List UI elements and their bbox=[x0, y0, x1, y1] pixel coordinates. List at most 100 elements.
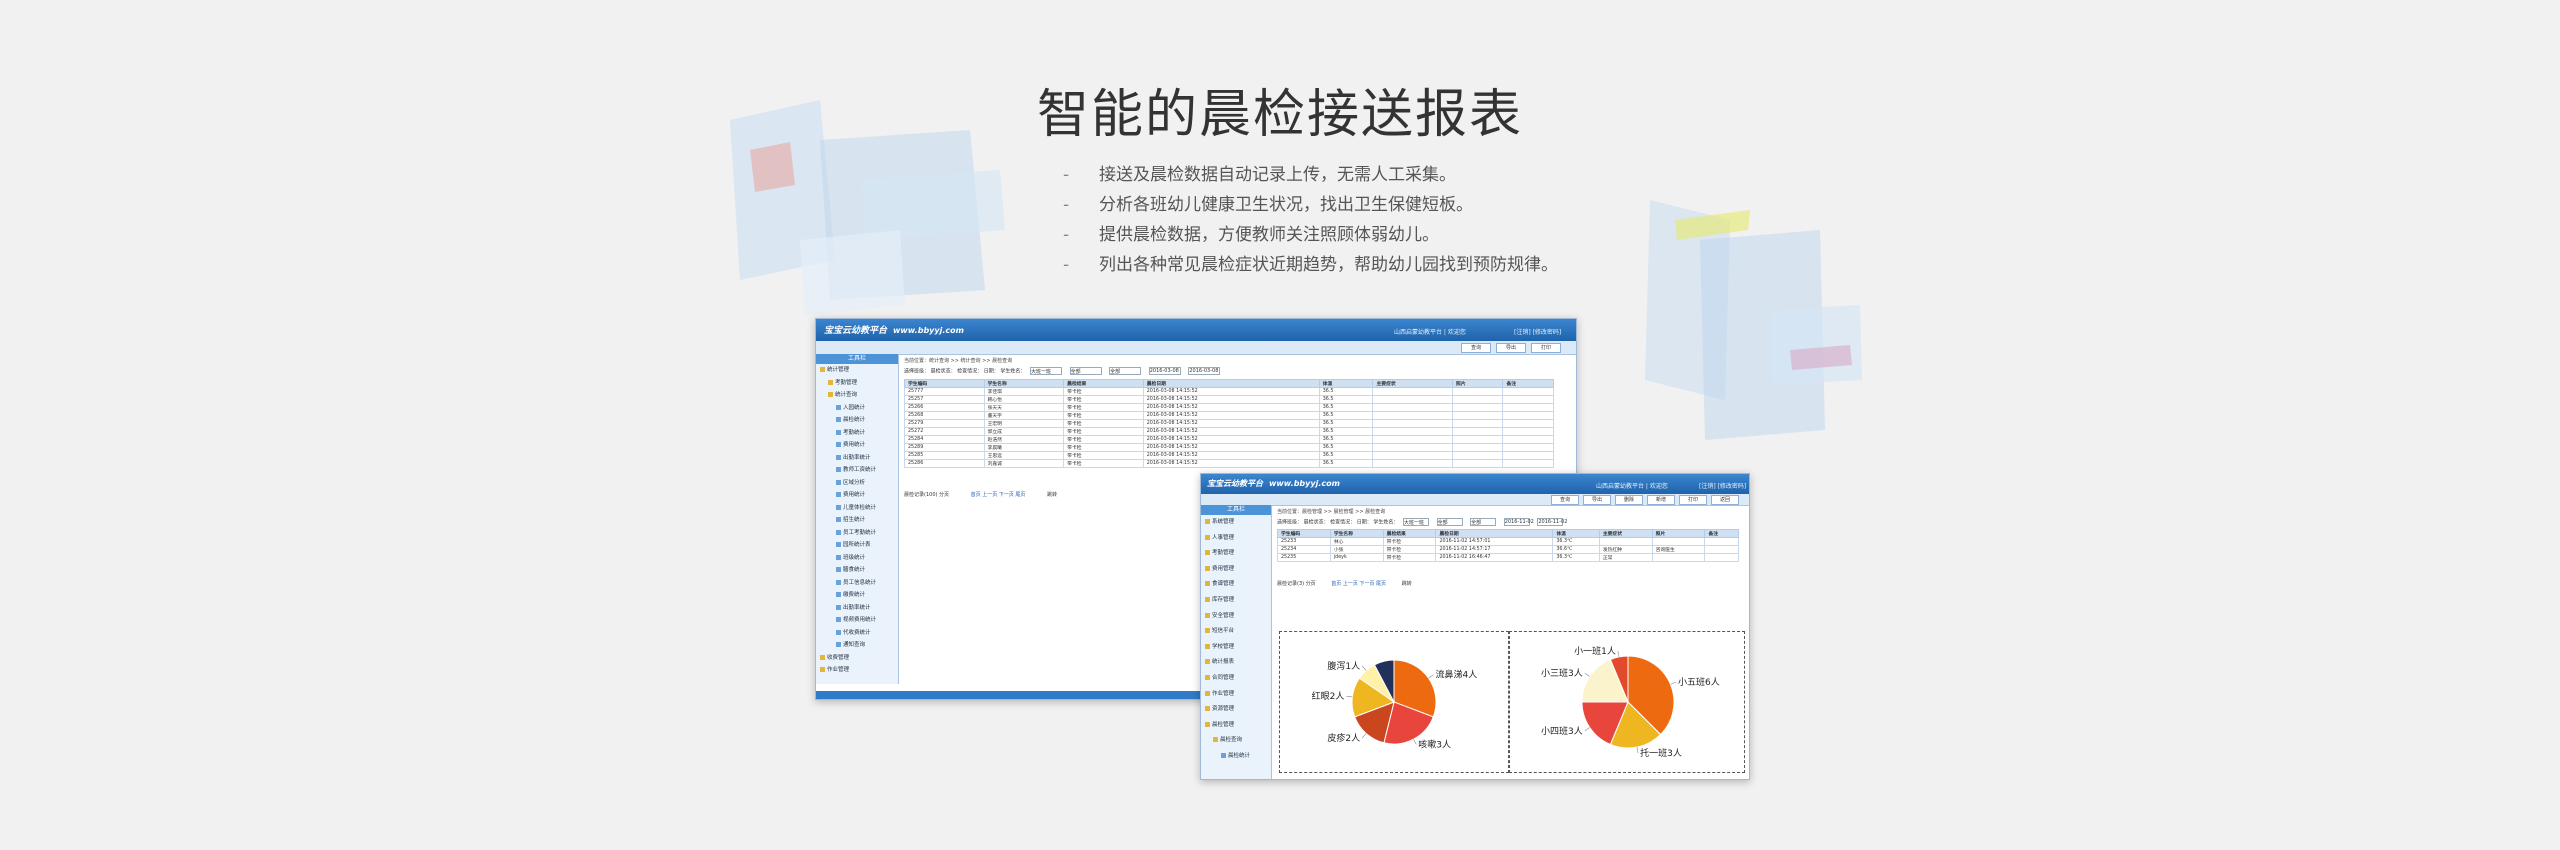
sidebar-item[interactable]: 晨检查询 bbox=[1201, 733, 1271, 749]
folder-icon bbox=[1205, 721, 1210, 727]
sidebar-item[interactable]: 合同管理 bbox=[1201, 671, 1271, 687]
sidebar-item[interactable]: 考勤管理 bbox=[816, 377, 898, 390]
sidebar-item[interactable]: 晨检统计 bbox=[816, 414, 898, 427]
toolbar-button-query[interactable]: 查询 bbox=[1551, 495, 1579, 505]
sidebar-item[interactable]: 学校管理 bbox=[1201, 640, 1271, 656]
sidebar-item[interactable]: 资源管理 bbox=[1201, 702, 1271, 718]
table-column-header[interactable]: 学生编码 bbox=[1277, 529, 1331, 538]
table-column-header[interactable]: 体温 bbox=[1318, 379, 1374, 388]
table-column-header[interactable]: 照片 bbox=[1651, 529, 1706, 538]
sidebar-item[interactable]: 晨检统计 bbox=[1201, 749, 1271, 765]
table-column-header[interactable]: 照片 bbox=[1452, 379, 1504, 388]
table-column-header[interactable]: 晨检结果 bbox=[1063, 379, 1144, 388]
filter-check-select[interactable]: 全部 bbox=[1109, 367, 1142, 375]
sidebar-item[interactable]: 教师工资统计 bbox=[816, 464, 898, 477]
sidebar-item[interactable]: 区域分析 bbox=[816, 477, 898, 490]
table-column-header[interactable]: 主要症状 bbox=[1372, 379, 1454, 388]
table-row[interactable]: 25272 郭立成 带卡检 2016-03-08 14:15:52 36.5 bbox=[904, 427, 1554, 436]
toolbar-button-export[interactable]: 导出 bbox=[1583, 495, 1611, 505]
table-column-header[interactable]: 晨检结果 bbox=[1382, 529, 1437, 538]
filter-class-select[interactable]: 大班一班 bbox=[1402, 518, 1429, 526]
sidebar-item[interactable]: 费用统计 bbox=[816, 439, 898, 452]
filter-status-select[interactable]: 全部 bbox=[1436, 518, 1463, 526]
toolbar-button-print[interactable]: 打印 bbox=[1679, 495, 1707, 505]
sidebar-item[interactable]: 人事管理 bbox=[1201, 531, 1271, 547]
sidebar-item[interactable]: 缴费统计 bbox=[816, 589, 898, 602]
sidebar-item[interactable]: 儿童体检统计 bbox=[816, 502, 898, 515]
table-column-header[interactable]: 晨检日期 bbox=[1435, 529, 1554, 538]
table-row[interactable]: 25286 刘嘉诚 带卡检 2016-03-08 14:15:52 36.5 bbox=[904, 459, 1554, 468]
filter-date-start[interactable]: 2016-03-08 bbox=[1148, 367, 1181, 375]
sidebar-item[interactable]: 班级统计 bbox=[816, 552, 898, 565]
filter-date-start[interactable]: 2016-11-02 bbox=[1503, 518, 1534, 526]
toolbar-button-print[interactable]: 打印 bbox=[1531, 343, 1561, 353]
sidebar-item[interactable]: 出勤率统计 bbox=[816, 452, 898, 465]
toolbar-button-export[interactable]: 导出 bbox=[1496, 343, 1526, 353]
document-icon bbox=[836, 554, 841, 560]
sidebar-item[interactable]: 统计报表 bbox=[1201, 655, 1271, 671]
table-column-header[interactable]: 学生名称 bbox=[1329, 529, 1384, 538]
sidebar-item[interactable]: 园所统计表 bbox=[816, 539, 898, 552]
header-links[interactable]: [注销] [修改密码] bbox=[1699, 481, 1746, 490]
sidebar-item[interactable]: 作业管理 bbox=[816, 664, 898, 677]
sidebar-item[interactable]: 员工考勤统计 bbox=[816, 527, 898, 540]
table-column-header[interactable]: 学生编码 bbox=[904, 379, 985, 388]
sidebar-item[interactable]: 统计查询 bbox=[816, 389, 898, 402]
filter-date-end[interactable]: 2016-03-08 bbox=[1188, 367, 1221, 375]
filter-date-end[interactable]: 2016-11-02 bbox=[1537, 518, 1567, 526]
table-column-header[interactable]: 晨检日期 bbox=[1142, 379, 1320, 388]
table-row[interactable]: 25268 董天宇 带卡检 2016-03-08 14:15:52 36.5 bbox=[904, 411, 1554, 420]
filter-check-select[interactable]: 全部 bbox=[1470, 518, 1497, 526]
pager-jump[interactable]: 跳转 bbox=[1402, 581, 1412, 587]
table-row[interactable]: 25235 jdeyk 带卡检 2016-11-02 16:46:47 36.3℃ 正常 bbox=[1277, 553, 1739, 562]
sidebar-item[interactable]: 员工信息统计 bbox=[816, 577, 898, 590]
pager-nav-links[interactable]: 首页 上一页 下一页 尾页 bbox=[1331, 581, 1386, 587]
sidebar-item[interactable]: 考勤统计 bbox=[816, 427, 898, 440]
filter-status-select[interactable]: 全部 bbox=[1069, 367, 1102, 375]
table-cell: 郭立成 bbox=[983, 427, 1065, 436]
table-row[interactable]: 25266 张天天 带卡检 2016-03-08 14:15:52 36.5 bbox=[904, 403, 1554, 412]
sidebar-item[interactable]: 短信平台 bbox=[1201, 624, 1271, 640]
table-row[interactable]: 25233 林心 带卡检 2016-11-02 14:57:01 36.3℃ bbox=[1277, 537, 1739, 546]
sidebar-item[interactable]: 视频费用统计 bbox=[816, 614, 898, 627]
sidebar-item[interactable]: 库存管理 bbox=[1201, 593, 1271, 609]
sidebar-item[interactable]: 费用管理 bbox=[1201, 562, 1271, 578]
toolbar-button-back[interactable]: 返回 bbox=[1711, 495, 1739, 505]
toolbar-button-query[interactable]: 查询 bbox=[1461, 343, 1491, 353]
toolbar-button-add[interactable]: 新增 bbox=[1647, 495, 1675, 505]
table-column-header[interactable]: 备注 bbox=[1502, 379, 1554, 388]
pager-nav-links[interactable]: 首页 上一页 下一页 尾页 bbox=[971, 492, 1026, 498]
sidebar-item[interactable]: 安全管理 bbox=[1201, 609, 1271, 625]
table-column-header[interactable]: 主要症状 bbox=[1598, 529, 1653, 538]
header-links[interactable]: [注销] [修改密码] bbox=[1514, 327, 1561, 336]
table-column-header[interactable]: 备注 bbox=[1704, 529, 1739, 538]
filter-class-select[interactable]: 大班一班 bbox=[1029, 367, 1062, 375]
sidebar-item[interactable]: 统计管理 bbox=[816, 364, 898, 377]
pager-jump[interactable]: 跳转 bbox=[1047, 492, 1057, 498]
table-column-header[interactable]: 体温 bbox=[1552, 529, 1600, 538]
sidebar-item[interactable]: 作业管理 bbox=[1201, 687, 1271, 703]
sidebar-item[interactable]: 系统管理 bbox=[1201, 515, 1271, 531]
sidebar-item[interactable]: 考勤管理 bbox=[1201, 546, 1271, 562]
sidebar-item[interactable]: 入园统计 bbox=[816, 402, 898, 415]
table-row[interactable]: 25289 李晨曦 带卡检 2016-03-08 14:15:52 36.5 bbox=[904, 443, 1554, 452]
sidebar-item[interactable]: 代收费统计 bbox=[816, 627, 898, 640]
sidebar-item[interactable]: 晨检管理 bbox=[1201, 718, 1271, 734]
table-column-header[interactable]: 学生名称 bbox=[983, 379, 1065, 388]
sidebar-item[interactable]: 收费管理 bbox=[816, 652, 898, 665]
table-row[interactable]: 25279 王宏明 带卡检 2016-03-08 14:15:52 36.5 bbox=[904, 419, 1554, 428]
sidebar-item[interactable]: 通知查询 bbox=[816, 639, 898, 652]
table-row[interactable]: 25257 韩心怡 带卡检 2016-03-08 14:15:52 36.5 bbox=[904, 395, 1554, 404]
table-row[interactable]: 25284 赵浩然 带卡检 2016-03-08 14:15:52 36.5 bbox=[904, 435, 1554, 444]
table-row[interactable]: 25285 王思远 带卡检 2016-03-08 14:15:52 36.5 bbox=[904, 451, 1554, 460]
sidebar-item[interactable]: 出勤率统计 bbox=[816, 602, 898, 615]
table-row[interactable]: 25234 小张 带卡检 2016-11-02 14:57:17 36.6℃ 发热红肿 咨询… bbox=[1277, 545, 1739, 554]
toolbar-button-delete[interactable]: 删除 bbox=[1615, 495, 1643, 505]
table-row[interactable]: 25777 李佳琪 带卡检 2016-03-08 14:15:52 36.5 bbox=[904, 387, 1554, 396]
sidebar-item[interactable]: 费用统计 bbox=[816, 489, 898, 502]
sidebar-item-label: 出勤率统计 bbox=[843, 604, 871, 611]
sidebar-item[interactable]: 食谱管理 bbox=[1201, 577, 1271, 593]
sidebar-item[interactable]: 招生统计 bbox=[816, 514, 898, 527]
sidebar-item[interactable]: 膳食统计 bbox=[816, 564, 898, 577]
table-cell: 带卡检 bbox=[1382, 553, 1437, 562]
